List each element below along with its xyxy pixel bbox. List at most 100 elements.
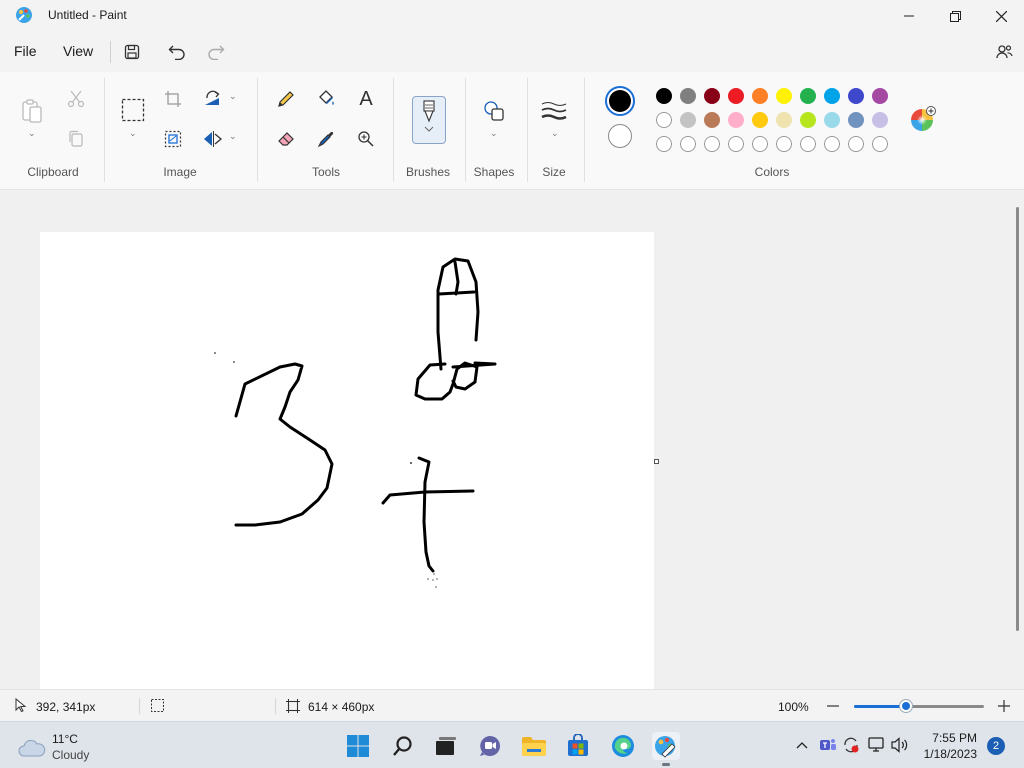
weather-temperature: 11°C [52,732,78,746]
maximize-button[interactable] [932,0,978,32]
primary-color-swatch[interactable] [605,86,635,116]
color-swatch[interactable] [776,88,792,104]
zoom-slider-thumb[interactable] [900,700,912,712]
redo-icon[interactable] [204,40,228,64]
group-label-tools: Tools [311,165,340,179]
notification-badge[interactable]: 2 [987,737,1005,755]
custom-color-slot[interactable] [824,136,840,152]
rotate-chevron-icon[interactable]: ⌄ [229,91,237,102]
color-swatch[interactable] [704,112,720,128]
paint-taskbar-icon[interactable] [652,732,680,760]
brush-icon [423,100,435,132]
sync-status-icon[interactable] [841,735,861,755]
copy-icon[interactable] [63,126,89,152]
color-picker-icon[interactable] [313,126,339,152]
canvas-size: 614 × 460px [308,700,375,714]
teams-tray-icon[interactable] [818,735,838,755]
zoom-slider-fill [854,705,906,708]
custom-color-slot[interactable] [848,136,864,152]
color-swatch[interactable] [680,112,696,128]
group-label-shapes: Shapes [473,165,515,179]
volume-icon[interactable] [891,735,911,755]
paste-chevron-icon[interactable]: ⌄ [28,128,36,139]
size-icon[interactable] [541,98,567,124]
color-swatch[interactable] [656,88,672,104]
crop-icon[interactable] [160,86,186,112]
color-swatch[interactable] [848,112,864,128]
size-chevron-icon[interactable]: ⌄ [551,128,559,139]
edit-colors-icon[interactable] [910,106,936,132]
custom-color-slot[interactable] [776,136,792,152]
color-swatch[interactable] [728,112,744,128]
chat-icon[interactable] [476,732,504,760]
show-hidden-icons-chevron-icon[interactable] [792,735,812,755]
custom-color-slot[interactable] [800,136,816,152]
brushes-button[interactable] [412,96,446,144]
text-tool-icon[interactable]: A [353,86,379,112]
network-icon[interactable] [867,735,887,755]
edge-icon[interactable] [609,732,637,760]
group-divider [527,78,528,182]
search-icon[interactable] [389,732,417,760]
color-swatch[interactable] [872,112,888,128]
custom-color-slot[interactable] [728,136,744,152]
rotate-icon[interactable] [200,86,226,112]
color-swatch[interactable] [752,112,768,128]
file-explorer-icon[interactable] [520,732,548,760]
color-swatch[interactable] [656,112,672,128]
color-swatch[interactable] [704,88,720,104]
custom-color-slot[interactable] [872,136,888,152]
zoom-out-icon[interactable] [826,699,840,716]
shapes-chevron-icon[interactable]: ⌄ [490,128,498,139]
magnifier-icon[interactable] [353,126,379,152]
paste-icon[interactable] [19,96,45,126]
vertical-scrollbar[interactable] [1016,207,1019,631]
minimize-button[interactable] [886,0,932,32]
flip-icon[interactable] [200,126,226,152]
color-swatch[interactable] [800,88,816,104]
close-button[interactable] [978,0,1024,32]
clock-date: 1/18/2023 [923,747,977,761]
menu-file[interactable]: File [14,43,37,59]
menu-divider [110,41,111,63]
custom-color-slot[interactable] [752,136,768,152]
workspace [0,191,1024,689]
account-icon[interactable] [992,40,1016,64]
save-icon[interactable] [120,40,144,64]
cut-icon[interactable] [63,86,89,112]
zoom-level: 100% [778,700,809,714]
taskbar-clock[interactable]: 7:55 PM 1/18/2023 [924,730,977,762]
select-chevron-icon[interactable]: ⌄ [129,128,137,139]
eraser-icon[interactable] [273,126,299,152]
resize-icon[interactable] [160,126,186,152]
store-icon[interactable] [564,732,592,760]
task-view-icon[interactable] [432,732,460,760]
pencil-icon[interactable] [273,86,299,112]
custom-color-slot[interactable] [680,136,696,152]
fill-bucket-icon[interactable] [313,86,339,112]
zoom-slider[interactable] [854,700,984,712]
color-swatch[interactable] [776,112,792,128]
color-swatch[interactable] [800,112,816,128]
custom-color-slot[interactable] [704,136,720,152]
color-swatch[interactable] [728,88,744,104]
start-icon[interactable] [344,732,372,760]
color-swatch[interactable] [824,112,840,128]
color-swatch[interactable] [824,88,840,104]
secondary-color-swatch[interactable] [608,124,632,148]
menu-view[interactable]: View [63,43,93,59]
custom-color-slot[interactable] [656,136,672,152]
zoom-in-icon[interactable] [997,699,1011,716]
color-swatch[interactable] [752,88,768,104]
select-icon[interactable] [120,97,146,123]
undo-icon[interactable] [165,40,189,64]
flip-chevron-icon[interactable]: ⌄ [229,131,237,142]
color-swatch[interactable] [680,88,696,104]
drawing-canvas[interactable] [40,232,654,689]
color-swatch[interactable] [848,88,864,104]
canvas-resize-handle[interactable] [654,459,659,464]
color-swatch[interactable] [872,88,888,104]
group-label-clipboard: Clipboard [27,165,79,179]
shapes-icon[interactable] [481,98,507,124]
group-divider [584,78,585,182]
